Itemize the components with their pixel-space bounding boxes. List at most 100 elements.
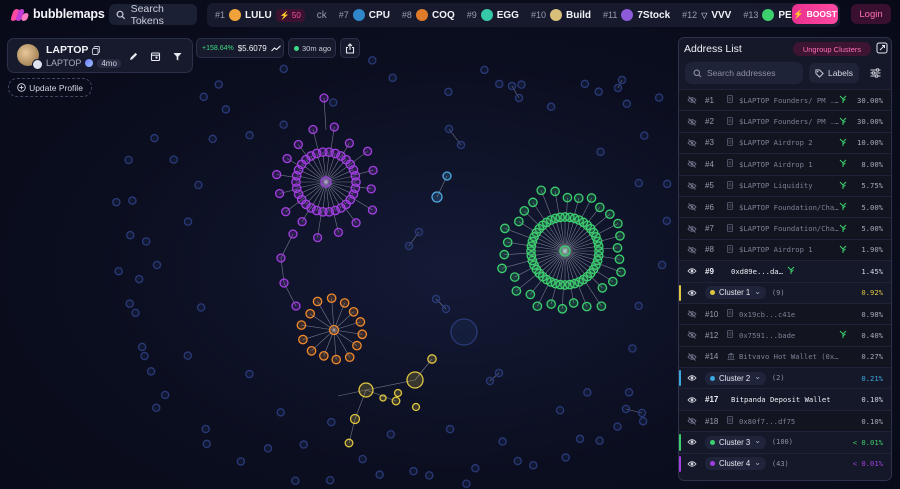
cluster-4-node[interactable]	[279, 278, 289, 288]
wallet-bubble[interactable]	[662, 216, 672, 226]
wallet-bubble[interactable]	[291, 476, 300, 485]
orange-cluster-node[interactable]	[355, 317, 366, 327]
cluster-3-node[interactable]	[536, 185, 547, 196]
wallet-bubble[interactable]	[131, 308, 140, 318]
ungroup-clusters-button[interactable]: Ungroup Clusters	[793, 42, 871, 56]
eye-off-icon[interactable]	[679, 181, 705, 190]
ticker-item[interactable]: #7 CPU	[331, 9, 394, 21]
address-row[interactable]: #8 $LAPTOP Airdrop 1 1.90%	[679, 238, 891, 261]
orange-cluster-node[interactable]	[312, 296, 323, 307]
address-row[interactable]: #6 $LAPTOP Foundation/Cha... 5.00%	[679, 195, 891, 218]
cluster-3-node[interactable]	[612, 243, 623, 253]
wallet-bubble[interactable]	[456, 140, 466, 150]
cluster-4-node[interactable]	[329, 122, 339, 132]
wallet-bubble[interactable]	[194, 180, 203, 190]
orange-cluster-node[interactable]	[344, 352, 355, 363]
wallet-bubble[interactable]	[498, 437, 507, 446]
cluster-3-node[interactable]	[519, 205, 530, 216]
wallet-bubble[interactable]	[388, 73, 397, 83]
wallet-bubble[interactable]	[196, 303, 206, 312]
cluster-4-node[interactable]	[344, 138, 355, 148]
wallet-bubble[interactable]	[152, 260, 162, 270]
orange-cluster-node[interactable]	[339, 298, 350, 308]
cluster-4-node[interactable]	[291, 301, 301, 311]
wallet-bubble[interactable]	[327, 417, 336, 427]
wallet-bubble-large[interactable]	[450, 318, 478, 346]
orange-cluster-node[interactable]	[357, 329, 368, 340]
eye-off-icon[interactable]	[679, 246, 705, 254]
ticker-item[interactable]: ck	[309, 10, 331, 21]
eye-icon[interactable]	[679, 438, 705, 446]
cluster-3-node[interactable]	[499, 249, 510, 260]
cluster-4-node[interactable]	[366, 184, 376, 194]
wallet-bubble[interactable]	[628, 344, 637, 353]
cluster-3-hub[interactable]	[559, 245, 571, 257]
wallet-bubble[interactable]	[137, 342, 147, 352]
cluster-1-node[interactable]	[391, 396, 401, 406]
wallet-bubble[interactable]	[634, 178, 644, 188]
orange-cluster-node[interactable]	[296, 320, 307, 330]
wallet-bubble[interactable]	[279, 120, 288, 129]
wallet-bubble[interactable]	[514, 93, 524, 103]
wallet-bubble[interactable]	[462, 479, 471, 488]
wallet-bubble[interactable]	[202, 439, 212, 449]
logo[interactable]: bubblemaps	[10, 7, 105, 21]
address-row[interactable]: #9 0xd89e...da37 1.45%	[679, 260, 891, 281]
wallet-bubble[interactable]	[638, 416, 648, 426]
cluster-3-node[interactable]	[525, 289, 536, 300]
cluster-3-node[interactable]	[500, 223, 510, 234]
wallet-bubble[interactable]	[471, 464, 480, 473]
address-row[interactable]: #17 Bitpanda Deposit Wallet 0.10%	[679, 388, 891, 409]
eye-off-icon[interactable]	[679, 203, 705, 211]
wallet-bubble[interactable]	[444, 87, 453, 97]
cluster-1-node[interactable]	[349, 413, 361, 425]
wallet-bubble[interactable]	[140, 351, 149, 361]
wallet-bubble[interactable]	[445, 424, 455, 434]
cluster-1-node[interactable]	[344, 438, 354, 448]
wallet-bubble[interactable]	[654, 93, 664, 102]
eye-off-icon[interactable]	[679, 139, 705, 147]
orange-cluster-node[interactable]	[298, 334, 308, 345]
sliders-button[interactable]	[866, 64, 884, 82]
cluster-4-node[interactable]	[312, 232, 323, 243]
wallet-bubble[interactable]	[245, 131, 254, 140]
cluster-3-node[interactable]	[593, 241, 604, 252]
cluster-4-node[interactable]	[333, 227, 344, 238]
wallet-bubble[interactable]	[146, 367, 156, 376]
wallet-bubble[interactable]	[114, 266, 123, 276]
wallet-bubble[interactable]	[214, 80, 223, 89]
wallet-bubble[interactable]	[279, 64, 288, 74]
cluster-row[interactable]: Cluster 3 ⌄ (100) < 0.01%	[679, 431, 891, 452]
cluster-4-node[interactable]	[368, 165, 378, 175]
cluster-3-node[interactable]	[513, 216, 524, 227]
cluster-1-node[interactable]	[406, 371, 424, 389]
wallet-bubble[interactable]	[594, 87, 603, 96]
cluster-4-node[interactable]	[274, 188, 285, 199]
wallet-bubble[interactable]	[583, 388, 592, 397]
wallet-bubble[interactable]	[126, 230, 135, 240]
eye-off-icon[interactable]	[679, 353, 705, 361]
cluster-3-node[interactable]	[613, 218, 623, 229]
cluster-3-node[interactable]	[546, 299, 557, 309]
cluster-3-node[interactable]	[509, 272, 520, 282]
bubble-map-canvas[interactable]	[0, 0, 678, 489]
cluster-3-node[interactable]	[550, 186, 560, 197]
wallet-bubble[interactable]	[441, 304, 451, 314]
wallet-bubble[interactable]	[199, 92, 208, 102]
orange-cluster-node[interactable]	[306, 345, 317, 356]
address-row[interactable]: #5 $LAPTOP Liquidity 5.75%	[679, 174, 891, 196]
wallet-bubble[interactable]	[621, 404, 631, 414]
wallet-bubble[interactable]	[480, 65, 489, 75]
wallet-bubble[interactable]	[409, 466, 418, 476]
cluster-1-node[interactable]	[427, 354, 437, 364]
wallet-bubble[interactable]	[263, 444, 273, 453]
address-row[interactable]: #7 $LAPTOP Foundation/Cha... 5.00%	[679, 217, 891, 239]
cluster-4-node[interactable]	[293, 139, 303, 150]
eye-off-icon[interactable]	[679, 117, 705, 126]
cluster-3-node[interactable]	[597, 283, 608, 293]
wallet-bubble[interactable]	[245, 369, 254, 379]
edit-icon[interactable]	[127, 50, 139, 62]
orange-cluster-node[interactable]	[326, 293, 337, 304]
wallet-bubble[interactable]	[124, 155, 133, 165]
eye-icon[interactable]	[679, 396, 705, 404]
